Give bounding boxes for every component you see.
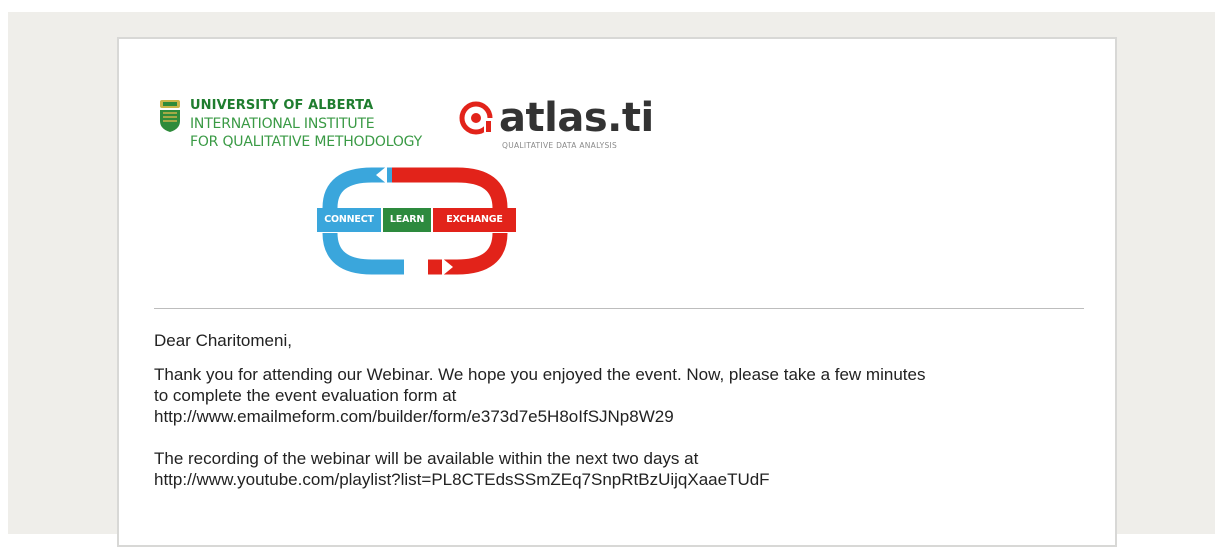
ua-logo-line-2: INTERNATIONAL INSTITUTE: [190, 116, 375, 132]
evaluation-text-line-2: to complete the event evaluation form at: [154, 386, 457, 405]
email-greeting: Dear Charitomeni,: [154, 331, 292, 350]
atlas-ti-mark-icon: [459, 101, 493, 135]
university-crest-icon: [160, 100, 180, 132]
email-card: UNIVERSITY OF ALBERTA INTERNATIONAL INST…: [117, 37, 1117, 547]
recording-text-line-1: The recording of the webinar will be ava…: [154, 449, 699, 468]
evaluation-text-line-1: Thank you for attending our Webinar. We …: [154, 365, 926, 384]
email-body: Dear Charitomeni, Thank you for attendin…: [154, 330, 1084, 490]
evaluation-paragraph: Thank you for attending our Webinar. We …: [154, 364, 1084, 427]
recording-playlist-link[interactable]: http://www.youtube.com/playlist?list=PL8…: [154, 469, 1084, 490]
cle-connect-label: CONNECT: [317, 208, 381, 232]
header-divider: [154, 308, 1084, 309]
university-of-alberta-logo: UNIVERSITY OF ALBERTA INTERNATIONAL INST…: [159, 97, 422, 151]
ua-logo-line-1: UNIVERSITY OF ALBERTA: [190, 98, 374, 113]
connect-learn-exchange-logo: CONNECT LEARN EXCHANGE: [316, 163, 516, 279]
atlas-ti-wordmark: atlas.ti: [499, 95, 654, 141]
cle-learn-label: LEARN: [383, 208, 431, 232]
recording-paragraph: The recording of the webinar will be ava…: [154, 448, 1084, 490]
ua-logo-line-3: FOR QUALITATIVE METHODOLOGY: [190, 134, 422, 150]
evaluation-form-link[interactable]: http://www.emailmeform.com/builder/form/…: [154, 406, 1084, 427]
cle-exchange-label: EXCHANGE: [433, 208, 516, 232]
atlas-ti-tagline: QUALITATIVE DATA ANALYSIS: [502, 141, 618, 150]
